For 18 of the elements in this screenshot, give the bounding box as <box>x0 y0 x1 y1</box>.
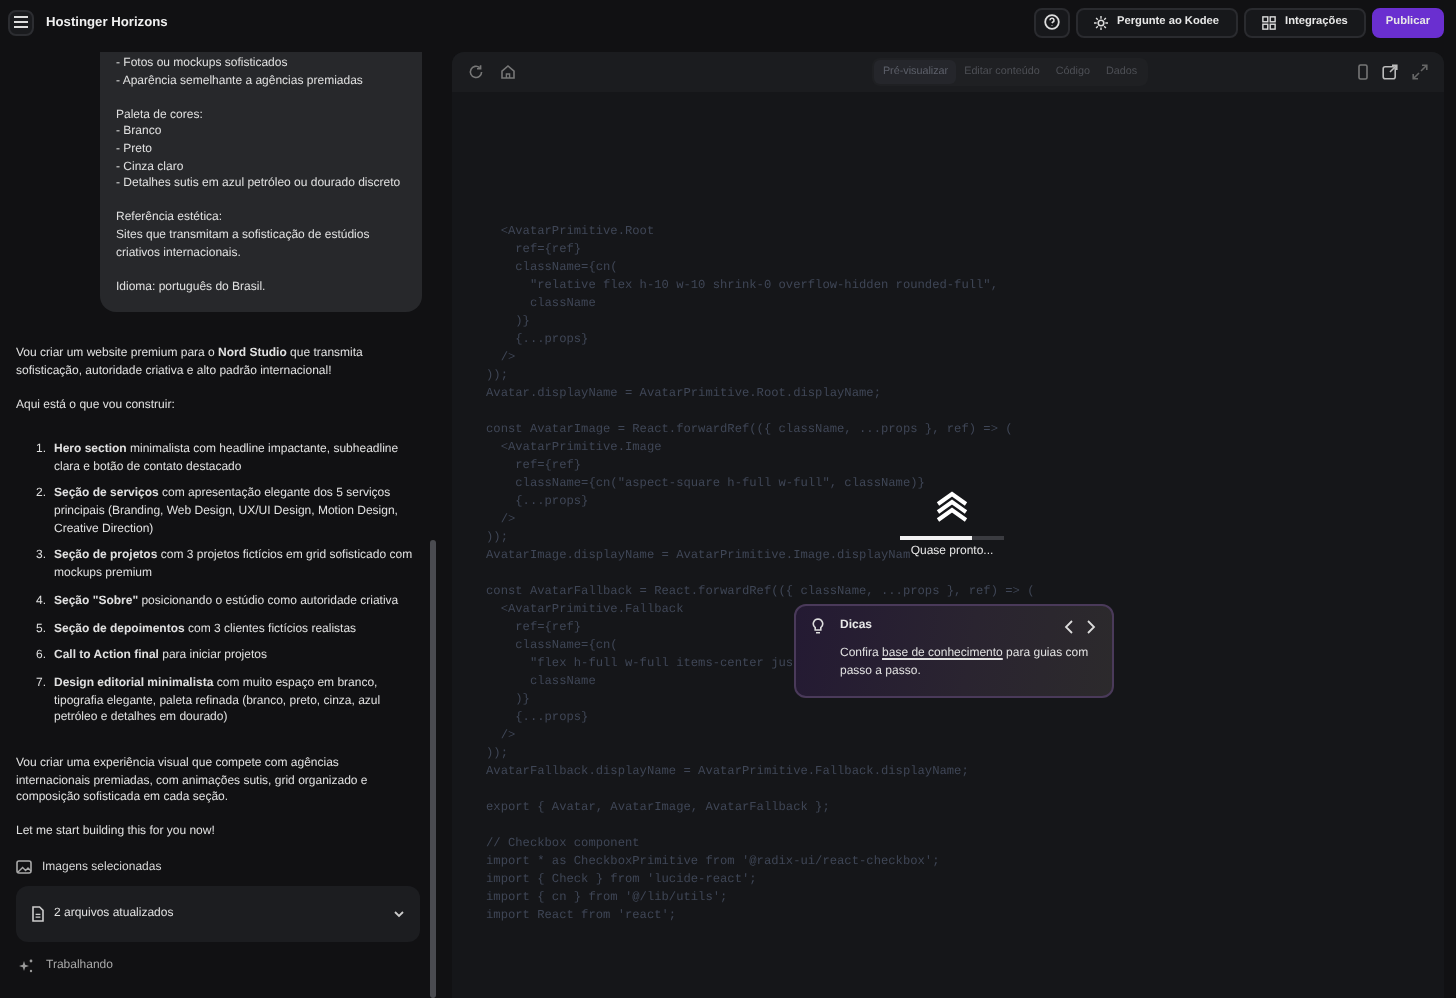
grid-icon <box>1261 15 1276 29</box>
image-icon <box>16 860 32 875</box>
file-icon <box>32 906 44 923</box>
next-icon[interactable] <box>1086 619 1096 633</box>
refresh-icon[interactable] <box>468 64 484 80</box>
previous-icon[interactable] <box>1064 619 1074 633</box>
lightbulb-icon <box>812 618 824 634</box>
external-link-icon[interactable] <box>1381 64 1398 80</box>
menu-icon <box>14 16 28 28</box>
help-icon <box>1043 14 1060 30</box>
home-icon[interactable] <box>500 64 516 80</box>
expand-icon[interactable] <box>1411 64 1428 80</box>
help-button[interactable] <box>1033 7 1070 37</box>
scrollbar-thumb[interactable] <box>430 540 436 998</box>
logo-icon <box>936 490 968 526</box>
chevron-icon <box>394 910 404 919</box>
phone-icon[interactable] <box>1357 64 1368 80</box>
menu-button[interactable] <box>8 9 34 35</box>
